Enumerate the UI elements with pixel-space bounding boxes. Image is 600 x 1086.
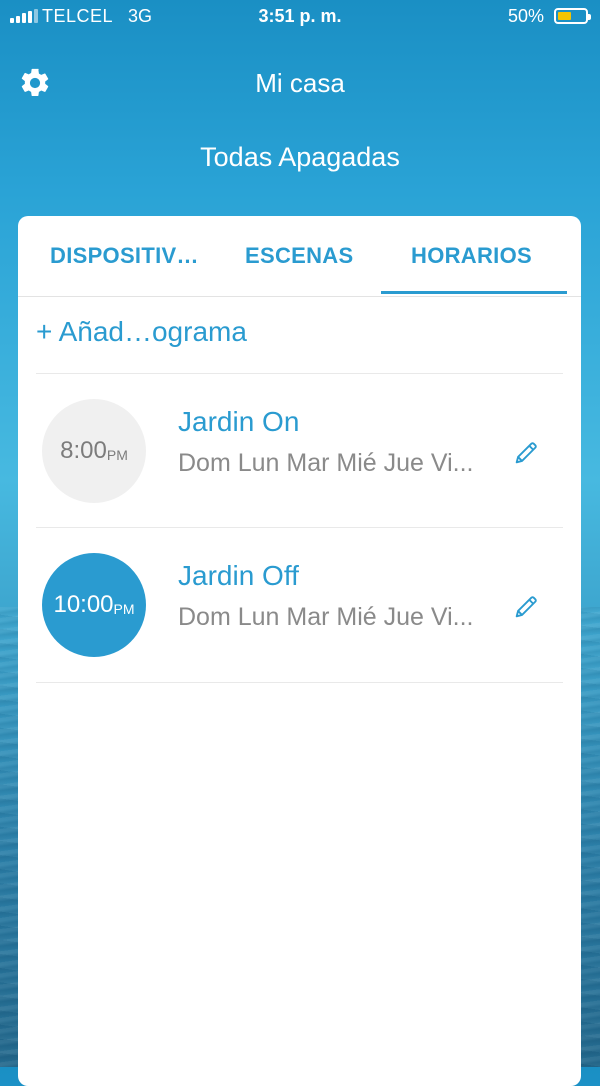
schedule-item[interactable]: 8:00 PM Jardin On Dom Lun Mar Mié Jue Vi.… — [18, 373, 581, 528]
tab-scenes[interactable]: ESCENAS — [245, 243, 353, 269]
schedule-days: Dom Lun Mar Mié Jue Vi... — [178, 449, 474, 477]
divider — [36, 682, 563, 683]
battery-icon — [554, 8, 591, 24]
pencil-icon[interactable] — [512, 439, 540, 467]
pencil-icon[interactable] — [512, 593, 540, 621]
schedule-name: Jardin Off — [178, 560, 299, 591]
schedule-ampm: PM — [113, 601, 135, 617]
tab-devices[interactable]: DISPOSITIV… — [50, 243, 199, 269]
tab-schedules[interactable]: HORARIOS — [411, 243, 532, 269]
schedule-toggle[interactable]: 10:00 PM — [42, 553, 146, 657]
content-card: DISPOSITIV… ESCENAS HORARIOS + Añad…ogra… — [18, 216, 581, 1086]
schedule-time: 10:00 — [53, 591, 114, 618]
schedule-time: 8:00 — [60, 437, 107, 464]
page-title: Mi casa — [255, 68, 345, 98]
tab-bar: DISPOSITIV… ESCENAS HORARIOS — [18, 216, 581, 297]
schedule-item[interactable]: 10:00 PM Jardin Off Dom Lun Mar Mié Jue V… — [18, 527, 581, 682]
add-program-button[interactable]: + Añad…ograma — [36, 316, 247, 348]
battery-fill — [558, 12, 571, 20]
status-bar: TELCEL 3G 3:51 p. m. 50% — [0, 0, 600, 34]
battery-percent: 50% — [507, 6, 544, 26]
schedule-toggle[interactable]: 8:00 PM — [42, 399, 146, 503]
status-summary: Todas Apagadas — [200, 142, 400, 172]
schedule-days: Dom Lun Mar Mié Jue Vi... — [178, 603, 474, 631]
schedule-name: Jardin On — [178, 406, 300, 437]
active-tab-indicator — [381, 291, 567, 294]
schedule-ampm: PM — [106, 447, 128, 463]
